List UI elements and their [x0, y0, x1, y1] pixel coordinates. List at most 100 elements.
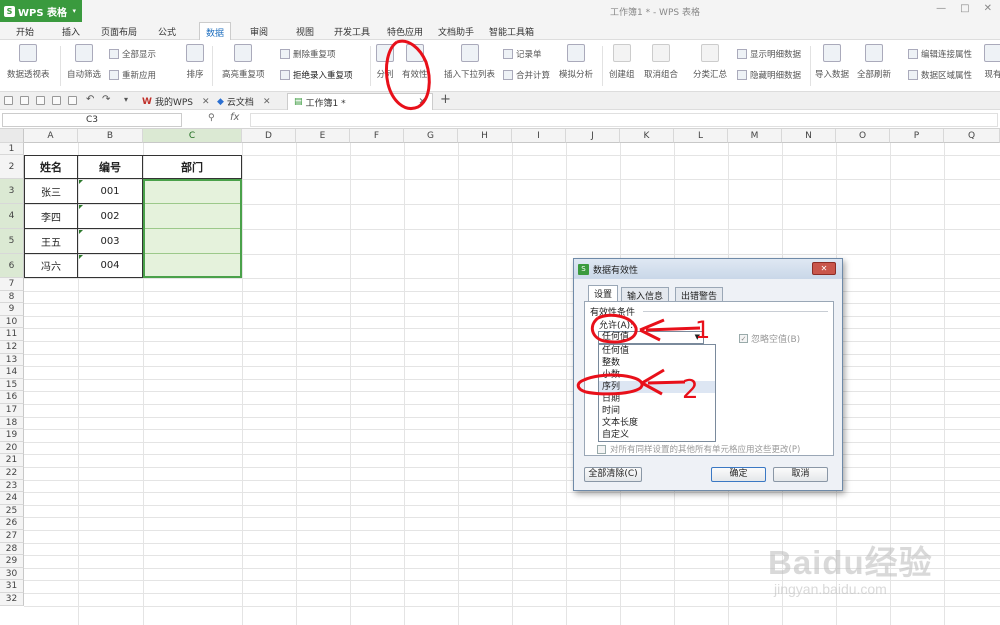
menu-review[interactable]: 审阅: [250, 25, 268, 38]
header-name[interactable]: 姓名: [24, 155, 78, 179]
option-integer[interactable]: 整数: [599, 357, 715, 369]
ok-button[interactable]: 确定: [711, 467, 766, 482]
range-properties-button[interactable]: 数据区域属性: [908, 69, 972, 81]
close-button[interactable]: ✕: [984, 3, 992, 14]
undo-icon[interactable]: ↶: [86, 94, 94, 105]
insert-dropdown-button[interactable]: 插入下拉列表: [444, 44, 495, 80]
row-header-28[interactable]: 28: [0, 542, 24, 556]
menu-page-layout[interactable]: 页面布局: [101, 25, 137, 38]
row-header-2[interactable]: 2: [0, 155, 24, 179]
tab-input-message[interactable]: 输入信息: [621, 287, 670, 302]
column-header-e[interactable]: E: [296, 129, 350, 143]
column-header-q[interactable]: Q: [944, 129, 1000, 143]
menu-doc-assistant[interactable]: 文档助手: [438, 25, 474, 38]
row-header-30[interactable]: 30: [0, 567, 24, 581]
formula-input[interactable]: [250, 113, 998, 127]
highlight-duplicates-button[interactable]: 高亮重复项: [222, 44, 265, 80]
option-any-value[interactable]: 任何值: [599, 345, 715, 357]
minimize-button[interactable]: —: [936, 3, 946, 14]
close-tab-icon[interactable]: ✕: [263, 97, 271, 107]
column-header-l[interactable]: L: [674, 129, 728, 143]
row-header-17[interactable]: 17: [0, 404, 24, 417]
simulate-analysis-button[interactable]: 模拟分析: [559, 44, 593, 80]
column-header-g[interactable]: G: [404, 129, 458, 143]
menu-formula[interactable]: 公式: [158, 25, 176, 38]
row-header-22[interactable]: 22: [0, 467, 24, 480]
row-header-11[interactable]: 11: [0, 328, 24, 341]
create-group-button[interactable]: 创建组: [609, 44, 635, 80]
table-cell[interactable]: 003: [78, 229, 143, 254]
tab-settings[interactable]: 设置: [588, 285, 619, 301]
ignore-blank-checkbox[interactable]: ✓ 忽略空值(B): [739, 332, 800, 345]
open-icon[interactable]: [4, 96, 13, 105]
zoom-icon[interactable]: ⚲: [208, 113, 215, 123]
tab-cloud-docs[interactable]: ◆ 云文档 ✕: [211, 93, 276, 110]
option-custom[interactable]: 自定义: [599, 429, 715, 441]
table-cell[interactable]: 李四: [24, 204, 78, 229]
menu-features[interactable]: 特色应用: [387, 25, 423, 38]
record-form-button[interactable]: 记录单: [503, 48, 542, 60]
save-icon[interactable]: [20, 96, 29, 105]
chevron-down-icon[interactable]: ▼: [695, 332, 700, 343]
new-tab-icon[interactable]: +: [440, 92, 451, 107]
apply-all-checkbox[interactable]: 对所有同样设置的其他所有单元格应用这些更改(P): [597, 443, 800, 455]
row-header-7[interactable]: 7: [0, 278, 24, 291]
menu-view[interactable]: 视图: [296, 25, 314, 38]
app-menu-button[interactable]: S WPS 表格 ▾: [0, 0, 82, 22]
hide-detail-button[interactable]: 隐藏明细数据: [737, 69, 801, 81]
validity-button[interactable]: 有效性: [402, 44, 428, 80]
row-header-3[interactable]: 3: [0, 179, 24, 204]
auto-filter-button[interactable]: 自动筛选: [67, 44, 101, 80]
column-header-d[interactable]: D: [242, 129, 296, 143]
close-tab-icon[interactable]: ✕: [418, 97, 426, 107]
option-time[interactable]: 时间: [599, 405, 715, 417]
delete-duplicates-button[interactable]: 删除重复项: [280, 48, 336, 60]
dialog-title-bar[interactable]: S 数据有效性 ✕: [574, 259, 842, 279]
show-all-button[interactable]: 全部显示: [109, 48, 156, 60]
table-cell[interactable]: [143, 204, 242, 229]
column-header-h[interactable]: H: [458, 129, 512, 143]
column-header-i[interactable]: I: [512, 129, 566, 143]
row-header-29[interactable]: 29: [0, 555, 24, 568]
row-header-6[interactable]: 6: [0, 254, 24, 278]
ungroup-button[interactable]: 取消组合: [644, 44, 678, 80]
tab-my-wps[interactable]: W 我的WPS ✕: [136, 93, 216, 110]
table-cell[interactable]: [143, 179, 242, 204]
split-column-button[interactable]: 分列: [376, 44, 394, 80]
column-header-a[interactable]: A: [24, 129, 78, 143]
redo-icon[interactable]: ↷: [102, 94, 110, 105]
reapply-button[interactable]: 重新应用: [109, 69, 156, 81]
row-header-32[interactable]: 32: [0, 593, 24, 606]
menu-data[interactable]: 数据: [199, 22, 232, 40]
menu-developer[interactable]: 开发工具: [334, 25, 370, 38]
clear-all-button[interactable]: 全部清除(C): [584, 467, 642, 482]
print-icon[interactable]: [52, 96, 61, 105]
table-cell[interactable]: 004: [78, 254, 143, 278]
row-header-24[interactable]: 24: [0, 492, 24, 505]
row-header-26[interactable]: 26: [0, 517, 24, 530]
row-header-10[interactable]: 10: [0, 315, 24, 329]
row-header-23[interactable]: 23: [0, 479, 24, 493]
pivot-table-button[interactable]: 数据透视表: [7, 44, 50, 80]
table-cell[interactable]: [143, 229, 242, 254]
column-header-c[interactable]: C: [143, 129, 242, 143]
allow-select[interactable]: 任何值 ▼: [598, 331, 704, 344]
row-header-13[interactable]: 13: [0, 353, 24, 367]
reject-duplicates-button[interactable]: 拒绝录入重复项: [280, 69, 353, 81]
menu-home[interactable]: 开始: [16, 25, 34, 38]
export-icon[interactable]: [68, 96, 77, 105]
row-header-1[interactable]: 1: [0, 143, 24, 155]
edit-links-button[interactable]: 编辑连接属性: [908, 48, 972, 60]
table-cell[interactable]: 张三: [24, 179, 78, 204]
table-cell[interactable]: 001: [78, 179, 143, 204]
row-header-18[interactable]: 18: [0, 416, 24, 430]
tab-error-alert[interactable]: 出错警告: [675, 287, 724, 302]
show-detail-button[interactable]: 显示明细数据: [737, 48, 801, 60]
option-decimal[interactable]: 小数: [599, 369, 715, 381]
column-header-k[interactable]: K: [620, 129, 674, 143]
dialog-close-button[interactable]: ✕: [812, 262, 836, 275]
table-cell[interactable]: 王五: [24, 229, 78, 254]
row-header-27[interactable]: 27: [0, 530, 24, 543]
column-header-f[interactable]: F: [350, 129, 404, 143]
row-header-8[interactable]: 8: [0, 290, 24, 304]
